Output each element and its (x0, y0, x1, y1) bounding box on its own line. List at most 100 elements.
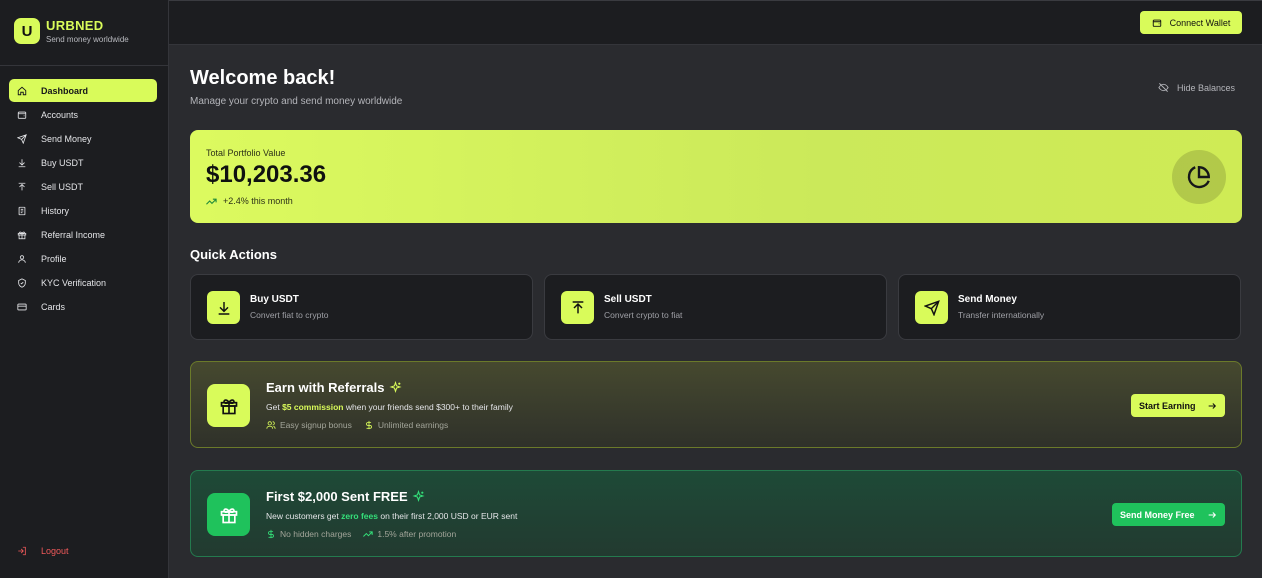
upload-icon (561, 291, 594, 324)
send-icon (915, 291, 948, 324)
portfolio-label: Total Portfolio Value (206, 148, 286, 158)
sidebar-item-cards[interactable]: Cards (9, 295, 157, 318)
referral-tags: Easy signup bonus Unlimited earnings (266, 420, 460, 430)
free-tag-text: No hidden charges (280, 529, 352, 539)
quick-action-buy-usdt[interactable]: Buy USDT Convert fiat to crypto (190, 274, 533, 340)
referral-banner: Earn with Referrals Get $5 commission wh… (190, 361, 1242, 448)
gift-icon (207, 493, 250, 536)
free-text-highlight: zero fees (341, 511, 378, 521)
eye-off-icon (1158, 83, 1169, 92)
referral-text-highlight: $5 commission (282, 402, 344, 412)
quick-action-sell-usdt[interactable]: Sell USDT Convert crypto to fiat (544, 274, 887, 340)
portfolio-card: Total Portfolio Value $10,203.36 +2.4% t… (190, 130, 1242, 223)
referral-tag-text: Easy signup bonus (280, 420, 352, 430)
quick-action-desc: Convert fiat to crypto (250, 310, 329, 320)
free-tag-text: 1.5% after promotion (377, 529, 457, 539)
sidebar-item-label: Referral Income (41, 229, 106, 240)
brand-name: URBNED (46, 17, 104, 33)
gift-icon (17, 230, 27, 240)
portfolio-change: +2.4% this month (206, 196, 293, 206)
wallet-icon (17, 110, 27, 120)
sidebar-item-referral-income[interactable]: Referral Income (9, 223, 157, 246)
upload-icon (17, 182, 27, 192)
sidebar-item-send-money[interactable]: Send Money (9, 127, 157, 150)
referral-tag: Easy signup bonus (266, 420, 352, 430)
send-money-free-button[interactable]: Send Money Free (1112, 503, 1225, 526)
sidebar-item-buy-usdt[interactable]: Buy USDT (9, 151, 157, 174)
dollar-icon (268, 529, 274, 539)
sidebar-item-label: History (41, 205, 70, 216)
pie-chart-icon (1172, 150, 1226, 204)
sparkles-icon (412, 490, 425, 503)
sidebar-item-label: Send Money (41, 133, 92, 144)
sidebar-item-label: Buy USDT (41, 157, 84, 168)
gift-icon (207, 384, 250, 427)
dollar-icon (365, 420, 372, 430)
referral-text: Get $5 commission when your friends send… (266, 402, 513, 412)
quick-actions-title: Quick Actions (190, 247, 277, 262)
trending-up-icon (206, 198, 217, 205)
quick-action-name: Send Money (958, 294, 1017, 305)
quick-action-desc: Transfer internationally (958, 310, 1045, 320)
sparkles-icon (388, 381, 402, 394)
download-icon (207, 291, 240, 324)
free-tag: No hidden charges (266, 529, 351, 539)
quick-action-send-money[interactable]: Send Money Transfer internationally (898, 274, 1241, 340)
brand[interactable]: U URBNED Send money worldwide (14, 18, 129, 44)
sidebar: U URBNED Send money worldwide Dashboard … (0, 0, 169, 578)
hide-balances-button[interactable]: Hide Balances (1158, 82, 1235, 93)
topbar: Connect Wallet (169, 0, 1262, 45)
page-title: Welcome back! (190, 67, 336, 89)
sidebar-item-sell-usdt[interactable]: Sell USDT (9, 175, 157, 198)
sidebar-item-label: Sell USDT (41, 181, 84, 192)
divider (0, 65, 168, 66)
free-transfer-title: First $2,000 Sent FREE (266, 489, 425, 504)
start-earning-label: Start Earning (1139, 400, 1196, 411)
free-transfer-title-text: First $2,000 Sent FREE (266, 489, 408, 504)
sidebar-item-kyc-verification[interactable]: KYC Verification (9, 271, 157, 294)
user-icon (17, 254, 27, 264)
sidebar-item-history[interactable]: History (9, 199, 157, 222)
start-earning-button[interactable]: Start Earning (1131, 394, 1225, 417)
referral-title: Earn with Referrals (266, 380, 402, 395)
quick-action-name: Buy USDT (250, 294, 299, 305)
free-transfer-tags: No hidden charges 1.5% after promotion (266, 529, 468, 539)
referral-title-text: Earn with Referrals (266, 380, 385, 395)
brand-logo: U (14, 18, 40, 44)
quick-action-name: Sell USDT (604, 294, 652, 305)
trending-up-icon (363, 531, 374, 537)
connect-wallet-button[interactable]: Connect Wallet (1140, 11, 1242, 34)
sidebar-item-dashboard[interactable]: Dashboard (9, 79, 157, 102)
wallet-icon (1152, 19, 1161, 27)
sidebar-item-label: Profile (41, 253, 67, 264)
shield-check-icon (17, 277, 27, 288)
page-subtitle: Manage your crypto and send money worldw… (190, 96, 403, 107)
free-transfer-text: New customers get zero fees on their fir… (266, 511, 517, 521)
free-tag: 1.5% after promotion (363, 529, 456, 539)
logout-icon (18, 546, 26, 556)
send-icon (17, 133, 27, 144)
sidebar-item-label: Dashboard (41, 85, 89, 96)
referral-tag-text: Unlimited earnings (377, 420, 449, 430)
portfolio-value: $10,203.36 (206, 161, 327, 188)
users-icon (266, 421, 276, 429)
sidebar-item-accounts[interactable]: Accounts (9, 103, 157, 126)
sidebar-item-profile[interactable]: Profile (9, 247, 157, 270)
free-transfer-banner: First $2,000 Sent FREE New customers get… (190, 470, 1242, 557)
logout-button[interactable]: Logout (17, 546, 69, 556)
brand-tagline: Send money worldwide (46, 34, 129, 44)
free-text-post: on their first 2,000 USD or EUR sent (377, 511, 518, 521)
download-icon (17, 158, 27, 168)
free-text-pre: New customers get (266, 511, 342, 521)
quick-action-desc: Convert crypto to fiat (604, 310, 683, 320)
sidebar-item-label: KYC Verification (41, 277, 107, 288)
sidebar-nav: Dashboard Accounts Send Money Buy USDT S… (9, 79, 157, 319)
connect-wallet-label: Connect Wallet (1169, 17, 1231, 28)
arrow-right-icon (1208, 511, 1217, 518)
referral-tag: Unlimited earnings (364, 420, 448, 430)
logout-label: Logout (41, 546, 69, 556)
send-money-free-label: Send Money Free (1120, 509, 1195, 520)
referral-text-pre: Get (266, 402, 283, 412)
arrow-right-icon (1208, 402, 1217, 409)
sidebar-item-label: Cards (41, 301, 66, 312)
